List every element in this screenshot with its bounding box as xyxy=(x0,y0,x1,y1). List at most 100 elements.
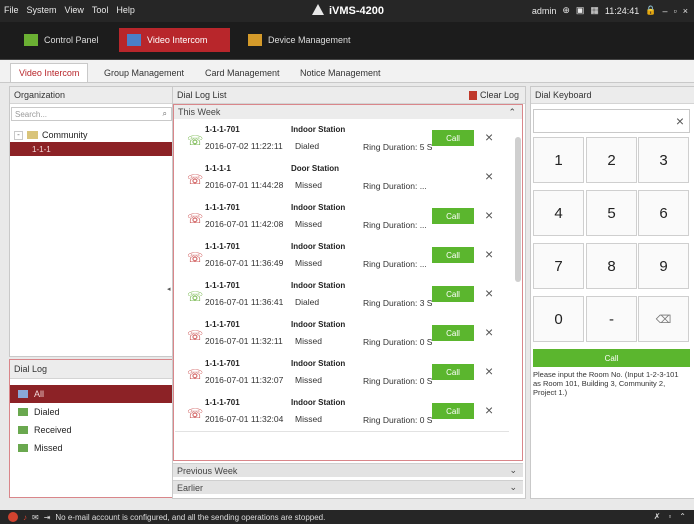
row-call-button[interactable]: Call xyxy=(432,247,474,263)
row-call-button[interactable]: Call xyxy=(432,325,474,341)
key-1[interactable]: 1 xyxy=(533,137,584,183)
key-4[interactable]: 4 xyxy=(533,190,584,236)
missed-call-icon: ☏ xyxy=(187,406,204,421)
control-panel-icon xyxy=(24,34,38,46)
missed-call-icon: ☏ xyxy=(187,328,204,343)
dial-log-row[interactable]: ☏ 1-1-1-701 Indoor Station 2016-07-01 11:32… xyxy=(175,314,509,354)
mail-icon[interactable]: ✉ xyxy=(32,513,39,522)
menu-view[interactable]: View xyxy=(65,5,84,15)
subtab-card-management[interactable]: Card Management xyxy=(205,64,280,82)
filter-received[interactable]: Received xyxy=(10,421,173,439)
menu-file[interactable]: File xyxy=(4,5,19,15)
row-delete-icon[interactable]: × xyxy=(485,129,493,145)
key-8[interactable]: 8 xyxy=(586,243,637,289)
dial-log-row[interactable]: ☏ 1-1-1-701 Indoor Station 2016-07-01 11:32… xyxy=(175,353,509,393)
key-0[interactable]: 0 xyxy=(533,296,584,342)
row-call-type: Missed xyxy=(295,219,322,229)
key-3[interactable]: 3 xyxy=(638,137,689,183)
dial-log-header: Dial Log xyxy=(10,360,173,379)
key-dash[interactable]: - xyxy=(586,296,637,342)
clear-log-button[interactable]: Clear Log xyxy=(468,90,519,100)
calendar-icon[interactable]: ▦ xyxy=(590,5,599,16)
close-icon[interactable]: × xyxy=(683,6,688,16)
list-scrollbar[interactable] xyxy=(515,137,521,282)
dial-log-row[interactable]: ☏ 1-1-1-1 Door Station 2016-07-01 11:44:28 M… xyxy=(175,158,509,198)
row-delete-icon[interactable]: × xyxy=(485,324,493,340)
row-call-type: Missed xyxy=(295,375,322,385)
row-call-button[interactable]: Call xyxy=(432,403,474,419)
filter-all[interactable]: All xyxy=(10,385,173,403)
title-bar: File System View Tool Help iVMS-4200 adm… xyxy=(0,0,694,22)
minimize-icon[interactable]: – xyxy=(663,6,668,16)
row-call-button[interactable]: Call xyxy=(432,130,474,146)
previous-week-label: Previous Week xyxy=(177,465,238,476)
screen-icon[interactable]: ▣ xyxy=(576,5,585,16)
menu-system[interactable]: System xyxy=(27,5,57,15)
sidebar-collapse-handle[interactable]: ◂ xyxy=(167,285,171,293)
organization-search-input[interactable]: Search... ⌕ xyxy=(11,107,172,121)
menu-help[interactable]: Help xyxy=(116,5,135,15)
row-datetime: 2016-07-01 11:32:07 xyxy=(205,375,284,385)
lock-icon[interactable]: 🔒 xyxy=(645,5,656,16)
pin-icon[interactable]: ✗ xyxy=(654,512,661,521)
filter-missed[interactable]: Missed xyxy=(10,439,173,457)
earlier-header[interactable]: Earlier ⌄ xyxy=(173,480,523,494)
globe-icon[interactable]: ⊕ xyxy=(562,5,570,16)
arrow-icon[interactable]: ⇥ xyxy=(44,513,51,522)
row-delete-icon[interactable]: × xyxy=(485,402,493,418)
backspace-key[interactable]: ⌫ xyxy=(638,296,689,342)
alarm-icon[interactable] xyxy=(8,512,18,522)
keyboard-call-button[interactable]: Call xyxy=(533,349,690,367)
key-5[interactable]: 5 xyxy=(586,190,637,236)
collapse-up-icon[interactable]: ⌃ xyxy=(508,107,516,118)
row-room: 1-1-1-701 xyxy=(205,359,240,368)
row-call-type: Missed xyxy=(295,258,322,268)
dial-log-row[interactable]: ☏ 1-1-1-701 Indoor Station 2016-07-01 11:32… xyxy=(175,392,509,432)
row-delete-icon[interactable]: × xyxy=(485,168,493,184)
dial-log-row[interactable]: ☏ 1-1-1-701 Indoor Station 2016-07-01 11:36… xyxy=(175,275,509,315)
restore-icon[interactable]: ▫ xyxy=(668,512,671,521)
dial-log-list-panel: Dial Log List Clear Log This Week ⌃ ☏ 1-1… xyxy=(172,86,526,499)
key-2[interactable]: 2 xyxy=(586,137,637,183)
tab-video-intercom[interactable]: Video Intercom xyxy=(119,28,230,52)
tab-video-intercom-label: Video Intercom xyxy=(147,35,208,45)
row-call-button[interactable]: Call xyxy=(432,364,474,380)
key-6[interactable]: 6 xyxy=(638,190,689,236)
row-call-button[interactable]: Call xyxy=(432,208,474,224)
menu-tool[interactable]: Tool xyxy=(92,5,109,15)
collapse-icon[interactable]: - xyxy=(14,130,23,140)
tree-node-community[interactable]: - Community xyxy=(14,130,88,140)
row-delete-icon[interactable]: × xyxy=(485,285,493,301)
row-delete-icon[interactable]: × xyxy=(485,246,493,262)
row-call-button[interactable]: Call xyxy=(432,286,474,302)
tree-node-1-1-1[interactable]: 1-1-1 xyxy=(10,142,173,156)
dial-log-row[interactable]: ☏ 1-1-1-701 Indoor Station 2016-07-01 11:36… xyxy=(175,236,509,276)
row-delete-icon[interactable]: × xyxy=(485,363,493,379)
clear-input-icon[interactable]: × xyxy=(676,113,684,129)
collapse-icon-bottom[interactable]: ⌃ xyxy=(679,512,686,521)
search-icon[interactable]: ⌕ xyxy=(163,109,167,119)
dial-log-filter-list: All Dialed Received Missed xyxy=(10,385,173,457)
previous-week-header[interactable]: Previous Week ⌄ xyxy=(173,463,523,477)
expand-earlier-icon[interactable]: ⌄ xyxy=(509,482,517,493)
audio-icon[interactable]: ♪ xyxy=(23,513,27,522)
expand-previous-icon[interactable]: ⌄ xyxy=(509,465,517,476)
tab-device-management-label: Device Management xyxy=(268,35,351,45)
key-7[interactable]: 7 xyxy=(533,243,584,289)
filter-dialed[interactable]: Dialed xyxy=(10,403,173,421)
key-9[interactable]: 9 xyxy=(638,243,689,289)
dial-log-row[interactable]: ☏ 1-1-1-701 Indoor Station 2016-07-02 11:22… xyxy=(175,119,509,159)
this-week-header[interactable]: This Week ⌃ xyxy=(174,105,522,119)
dial-log-row[interactable]: ☏ 1-1-1-701 Indoor Station 2016-07-01 11:42… xyxy=(175,197,509,237)
subtab-video-intercom[interactable]: Video Intercom xyxy=(10,63,89,82)
dial-input[interactable]: × xyxy=(533,109,690,133)
row-room: 1-1-1-701 xyxy=(205,203,240,212)
subtab-group-management[interactable]: Group Management xyxy=(104,64,184,82)
tab-device-management[interactable]: Device Management xyxy=(240,28,359,52)
subtab-notice-management[interactable]: Notice Management xyxy=(300,64,381,82)
maximize-icon[interactable]: ▫ xyxy=(674,6,677,16)
tab-control-panel[interactable]: Control Panel xyxy=(16,28,107,52)
row-delete-icon[interactable]: × xyxy=(485,207,493,223)
row-ring-duration: Ring Duration: ... xyxy=(363,259,427,269)
row-ring-duration: Ring Duration: 0 S xyxy=(363,415,433,425)
